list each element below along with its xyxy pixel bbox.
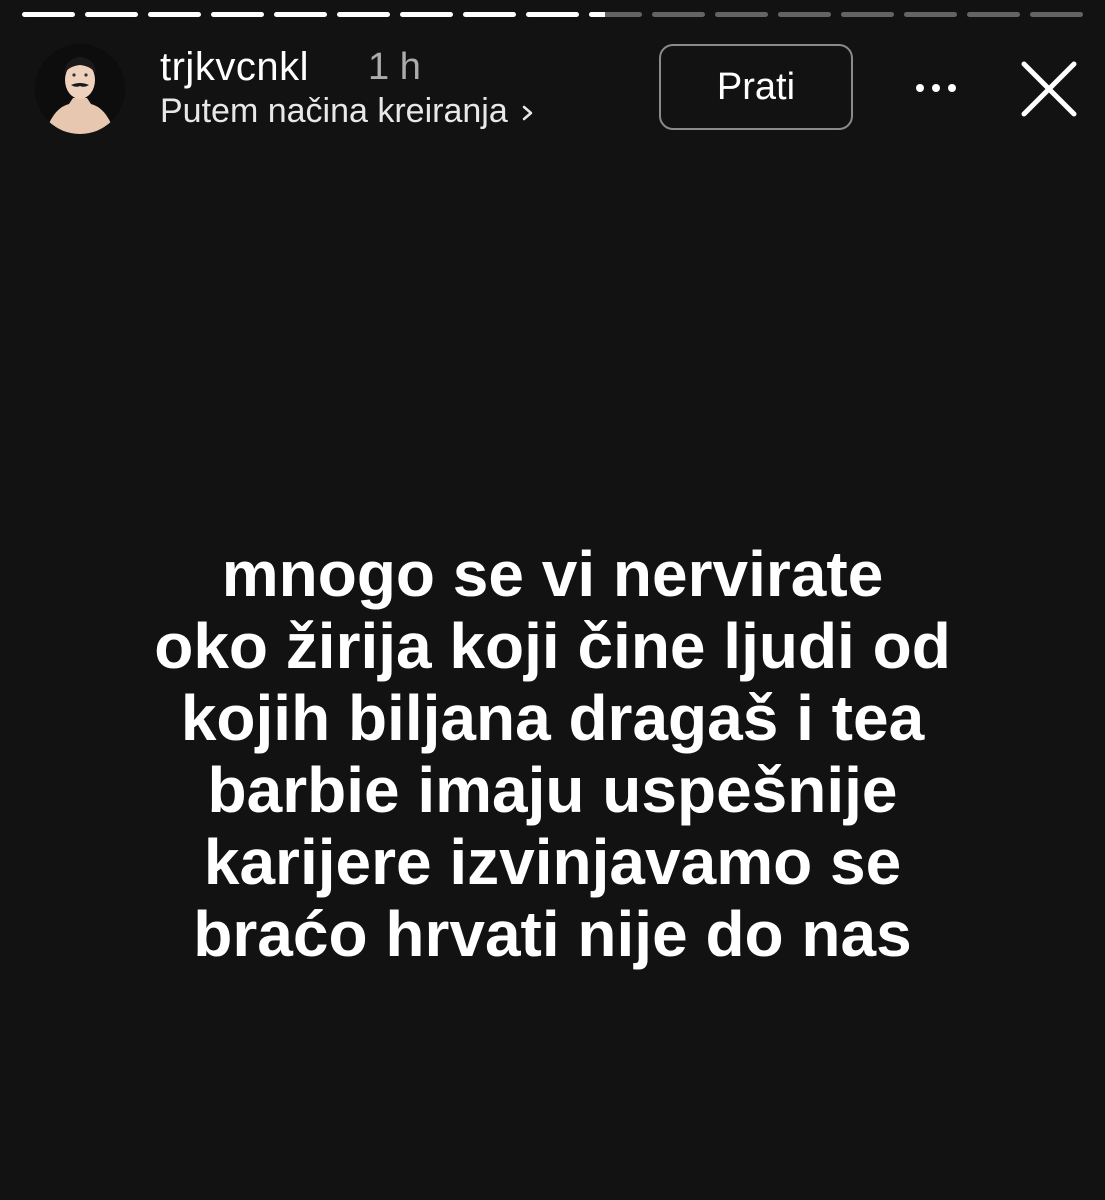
progress-segment [85,12,138,17]
story-text-line: kojih biljana dragaš i tea [180,682,925,754]
progress-segment [463,12,516,17]
story-text-line: oko žirija koji čine ljudi od [154,610,951,682]
creation-method-link[interactable]: Putem načina kreiranja [160,90,540,132]
progress-segment [841,12,894,17]
progress-segment-fill [337,12,390,17]
story-progress-bar [22,12,1083,18]
progress-segment-fill [211,12,264,17]
more-options-button[interactable] [906,60,966,116]
progress-segment [526,12,579,17]
story-username[interactable]: trjkvcnkl [160,44,309,90]
story-viewer[interactable]: trjkvcnkl 1 h Putem načina kreiranja Pra… [0,0,1105,1200]
progress-segment-fill [22,12,75,17]
progress-segment [589,12,642,17]
close-icon [1021,61,1077,117]
follow-button[interactable]: Prati [659,44,853,130]
progress-segment [652,12,705,17]
profile-avatar[interactable] [35,44,125,134]
progress-segment [400,12,453,17]
close-button[interactable] [1016,56,1082,122]
chevron-right-icon [516,96,540,126]
progress-segment [715,12,768,17]
story-timestamp: 1 h [368,46,421,88]
progress-segment-fill [274,12,327,17]
progress-segment [22,12,75,17]
progress-segment [904,12,957,17]
progress-segment [337,12,390,17]
progress-segment [1030,12,1083,17]
avatar-illustration-icon [35,44,125,134]
progress-segment-fill [400,12,453,17]
progress-segment-fill [463,12,516,17]
progress-segment [778,12,831,17]
progress-segment-fill [589,12,605,17]
progress-segment [148,12,201,17]
progress-segment [274,12,327,17]
progress-segment [967,12,1020,17]
more-horizontal-icon [916,84,956,92]
creation-method-label: Putem načina kreiranja [160,92,508,130]
story-text-line: karijere izvinjavamo se [203,826,902,898]
story-text-line: mnogo se vi nervirate [221,538,884,610]
story-text-line: braćo hrvati nije do nas [193,898,912,970]
progress-segment [211,12,264,17]
progress-segment-fill [148,12,201,17]
progress-segment-fill [526,12,579,17]
story-text-line: barbie imaju uspešnije [207,754,898,826]
story-text: mnogo se vi nervirate oko žirija koji či… [40,538,1065,970]
progress-segment-fill [85,12,138,17]
